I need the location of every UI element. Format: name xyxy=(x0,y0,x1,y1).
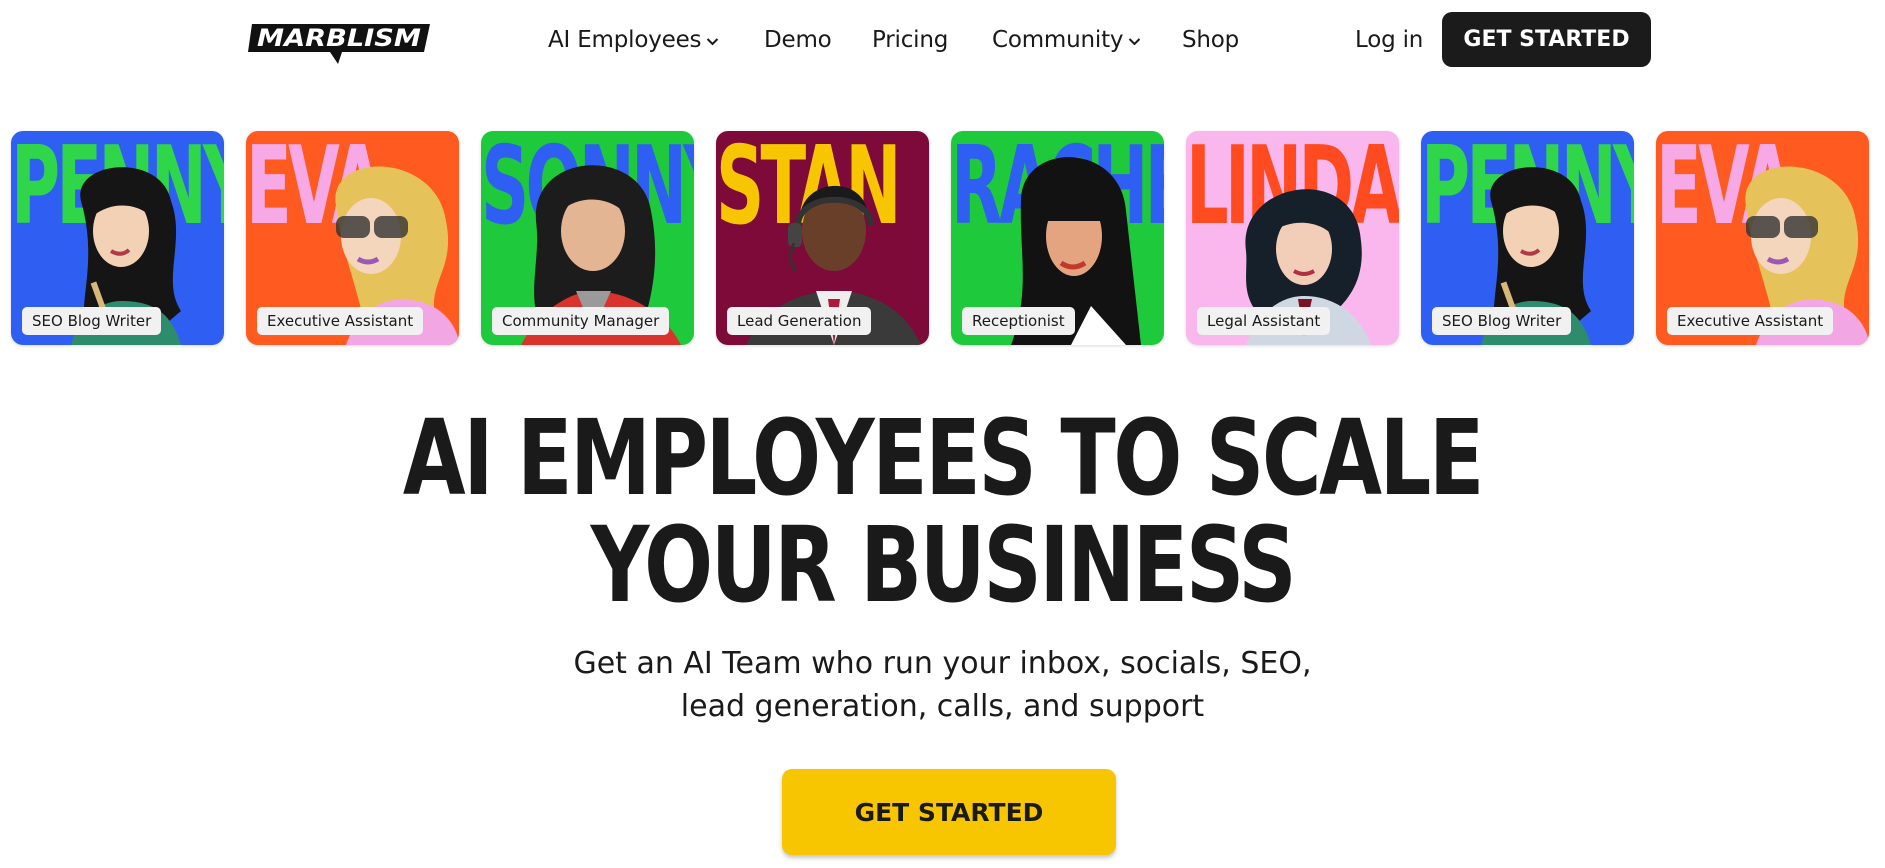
hero-heading-line-2: YOUR BUSINESS xyxy=(590,504,1297,626)
employee-card-linda[interactable]: LINDA Legal Assistant xyxy=(1186,131,1399,345)
employee-card-eva[interactable]: EVA Executive Assistant xyxy=(1656,131,1869,345)
nav-demo[interactable]: Demo xyxy=(764,25,832,55)
hero-heading-line-1: AI EMPLOYEES TO SCALE xyxy=(402,397,1484,519)
hero-subtitle-line-1: Get an AI Team who run your inbox, socia… xyxy=(573,646,1312,681)
employee-role-tag: Lead Generation xyxy=(727,307,872,335)
employee-card-penny[interactable]: PENNY SEO Blog Writer xyxy=(1421,131,1634,345)
hero-subtitle: Get an AI Team who run your inbox, socia… xyxy=(0,642,1885,728)
employee-role-tag: Executive Assistant xyxy=(1667,307,1834,335)
employee-card-stan[interactable]: STAN Lead Generation xyxy=(716,131,929,345)
nav-community[interactable]: Community xyxy=(992,25,1141,55)
chevron-down-icon xyxy=(1128,24,1141,54)
nav-ai-employees[interactable]: AI Employees xyxy=(548,25,719,55)
nav-pricing[interactable]: Pricing xyxy=(872,25,948,55)
nav-community-label: Community xyxy=(992,27,1124,53)
marblism-logo[interactable]: MARBLISM xyxy=(246,22,432,66)
get-started-hero-label: GET STARTED xyxy=(854,797,1044,827)
employee-card-penny[interactable]: PENNY SEO Blog Writer xyxy=(11,131,224,345)
employee-role-tag: Receptionist xyxy=(962,307,1075,335)
employee-card-eva[interactable]: EVA Executive Assistant xyxy=(246,131,459,345)
nav-demo-label: Demo xyxy=(764,27,832,53)
login-label: Log in xyxy=(1355,27,1424,53)
hero-heading: AI EMPLOYEES TO SCALE YOUR BUSINESS xyxy=(0,406,1885,617)
employee-role-tag: SEO Blog Writer xyxy=(1432,307,1572,335)
nav-shop-label: Shop xyxy=(1182,27,1240,53)
nav-ai-employees-label: AI Employees xyxy=(548,27,702,53)
employee-role-tag: Executive Assistant xyxy=(257,307,424,335)
chevron-down-icon xyxy=(706,24,719,54)
employee-card-rachel[interactable]: RACHEL Receptionist xyxy=(951,131,1164,345)
nav-pricing-label: Pricing xyxy=(872,27,949,53)
login-link[interactable]: Log in xyxy=(1355,25,1423,55)
get-started-nav-button[interactable]: GET STARTED xyxy=(1442,12,1651,67)
employee-role-tag: SEO Blog Writer xyxy=(22,307,162,335)
employee-carousel: PENNY SEO Blog Writer EVA Executive Assi… xyxy=(11,131,1885,345)
top-nav: MARBLISM AI Employees Demo Pricing Commu… xyxy=(0,0,1885,80)
nav-shop[interactable]: Shop xyxy=(1182,25,1239,55)
employee-role-tag: Community Manager xyxy=(492,307,670,335)
get-started-hero-button[interactable]: GET STARTED xyxy=(782,769,1116,855)
employee-card-sonny[interactable]: SONNY Community Manager xyxy=(481,131,694,345)
employee-role-tag: Legal Assistant xyxy=(1197,307,1331,335)
get-started-nav-label: GET STARTED xyxy=(1463,27,1630,52)
svg-text:MARBLISM: MARBLISM xyxy=(257,24,421,52)
hero-subtitle-line-2: lead generation, calls, and support xyxy=(680,689,1205,724)
